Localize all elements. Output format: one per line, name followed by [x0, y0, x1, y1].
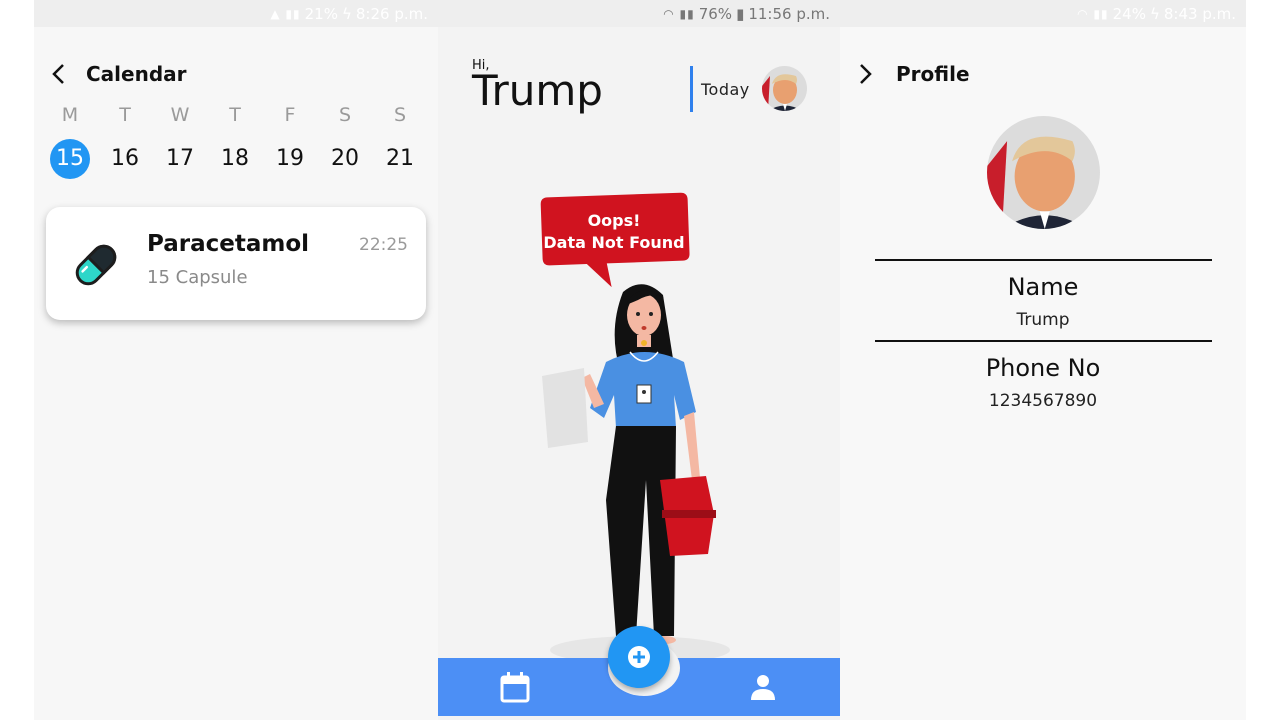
add-button[interactable] — [608, 626, 670, 688]
wifi-signal-icon: ◠ ▮▮ — [663, 6, 695, 21]
plus-icon — [628, 646, 650, 668]
phone-value: 1234567890 — [988, 391, 1098, 411]
person-icon[interactable] — [746, 670, 780, 704]
status-bar: ◠ ▮▮ 76% ▮ 11:56 p.m. — [438, 0, 840, 27]
date-cell-selected[interactable]: 15 — [50, 139, 90, 179]
header: Profile — [856, 62, 970, 86]
avatar-image — [762, 66, 807, 111]
avatar-image — [987, 116, 1100, 229]
battery-icon: ▮ — [736, 4, 745, 23]
calendar-screen: ▲ ▮▮ 21% ϟ 8:26 p.m. Calendar M T W T F … — [34, 0, 438, 720]
weekday-label: M — [61, 104, 79, 126]
profile-screen: ◠ ▮▮ 24% ϟ 8:43 p.m. Profile Name Trump … — [840, 0, 1246, 720]
phone-label: Phone No — [985, 354, 1101, 382]
medicine-name: Paracetamol — [147, 231, 310, 257]
clock: 8:43 p.m. — [1163, 4, 1236, 23]
avatar[interactable] — [762, 66, 807, 111]
medicine-dose: 15 Capsule — [147, 267, 248, 288]
weekday-label: T — [229, 104, 241, 126]
medicine-card[interactable]: Paracetamol 15 Capsule 22:25 — [46, 207, 426, 320]
today-indicator: Today — [690, 66, 750, 112]
bubble-line1: Oops! — [588, 211, 641, 230]
wifi-signal-icon: ◠ ▮▮ — [1077, 6, 1109, 21]
weekday-label: S — [338, 104, 352, 126]
status-bar: ▲ ▮▮ 21% ϟ 8:26 p.m. — [34, 0, 438, 27]
page-title: Calendar — [86, 62, 187, 86]
date-cell[interactable]: 16 — [105, 139, 145, 179]
empty-state-illustration: Oops! Data Not Found — [540, 192, 730, 660]
battery-icon: ϟ — [341, 4, 352, 23]
clock: 8:26 p.m. — [355, 4, 428, 23]
date-cell[interactable]: 19 — [270, 139, 310, 179]
home-screen: ◠ ▮▮ 76% ▮ 11:56 p.m. Hi, Trump Today Oo… — [438, 0, 840, 720]
user-name: Trump — [472, 66, 603, 115]
weekday-label: W — [170, 104, 190, 126]
signal-icon: ▲ ▮▮ — [270, 6, 301, 21]
weekday-label: S — [393, 104, 407, 126]
date-row: 15 16 17 18 19 20 21 — [50, 139, 420, 179]
weekday-label: F — [284, 104, 296, 126]
date-cell[interactable]: 17 — [160, 139, 200, 179]
capsule-icon — [75, 244, 117, 286]
medicine-time: 22:25 — [359, 235, 408, 255]
battery-percent: 24% — [1112, 4, 1146, 23]
date-cell[interactable]: 20 — [325, 139, 365, 179]
header: Calendar — [50, 62, 187, 86]
battery-icon: ϟ — [1149, 4, 1160, 23]
page-title: Profile — [896, 62, 970, 86]
name-label: Name — [1007, 273, 1079, 301]
date-cell[interactable]: 18 — [215, 139, 255, 179]
calendar-icon[interactable] — [498, 670, 532, 704]
battery-percent: 21% — [304, 4, 338, 23]
status-bar: ◠ ▮▮ 24% ϟ 8:43 p.m. — [840, 0, 1246, 27]
date-cell[interactable]: 21 — [380, 139, 420, 179]
weekday-label: T — [119, 104, 131, 126]
divider — [875, 340, 1212, 342]
battery-percent: 76% — [698, 4, 733, 23]
bubble-line2: Data Not Found — [543, 233, 684, 252]
divider — [875, 259, 1212, 261]
today-label: Today — [701, 79, 750, 99]
back-chevron-icon[interactable] — [50, 63, 68, 85]
forward-chevron-icon[interactable] — [856, 63, 874, 85]
name-value: Trump — [1016, 310, 1070, 330]
profile-avatar[interactable] — [987, 116, 1100, 229]
clock: 11:56 p.m. — [748, 4, 830, 23]
weekday-row: M T W T F S S — [50, 104, 420, 126]
